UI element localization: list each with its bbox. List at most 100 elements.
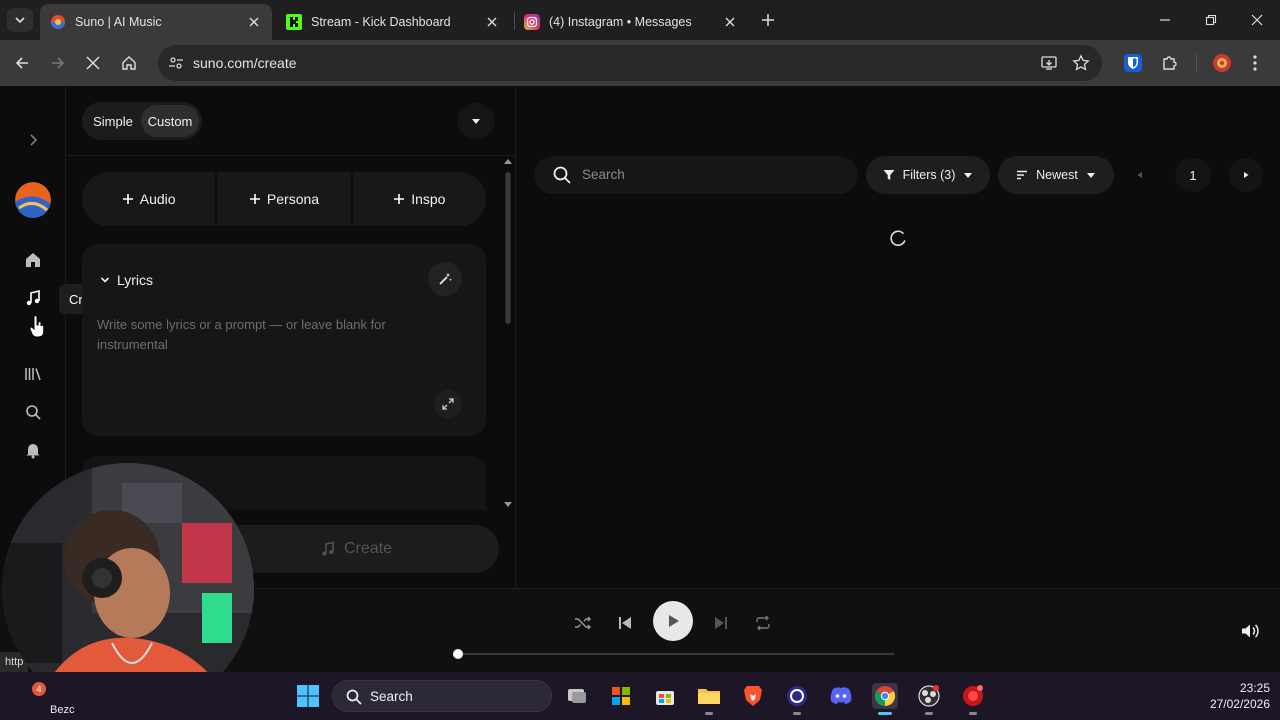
discord-app[interactable]	[828, 683, 854, 709]
ms-store-bag-app[interactable]	[652, 683, 678, 709]
mode-toggle: Simple Custom	[82, 102, 202, 140]
expand-sidebar-icon[interactable]	[24, 131, 42, 149]
model-dropdown[interactable]	[457, 103, 495, 139]
close-tab-icon[interactable]	[484, 14, 500, 30]
chrome-app[interactable]	[872, 683, 898, 715]
add-audio-label: Audio	[139, 191, 176, 207]
brave-browser-app[interactable]	[740, 683, 766, 709]
cortana-app[interactable]	[784, 683, 810, 715]
progress-bar[interactable]	[458, 653, 894, 655]
ring-app-icon	[787, 686, 807, 706]
new-tab-button[interactable]	[758, 10, 778, 30]
restore-button[interactable]	[1201, 10, 1221, 30]
previous-page-button[interactable]	[1123, 158, 1157, 192]
filters-label: Filters (3)	[902, 168, 956, 182]
close-tab-icon[interactable]	[246, 14, 262, 30]
play-button[interactable]	[653, 601, 693, 641]
address-bar[interactable]: suno.com/create	[158, 45, 1102, 81]
instagram-favicon-icon	[524, 14, 540, 30]
sort-label: Newest	[1036, 168, 1078, 182]
more-menu-icon[interactable]	[1245, 53, 1265, 73]
site-settings-icon[interactable]	[166, 53, 186, 73]
volume-icon[interactable]	[1240, 621, 1260, 641]
system-clock[interactable]: 23:25 27/02/2026	[1190, 680, 1270, 712]
repeat-icon[interactable]	[753, 613, 773, 633]
minimize-button[interactable]	[1155, 10, 1175, 30]
lyrics-toggle[interactable]: Lyrics	[100, 272, 153, 288]
suno-favicon-icon	[51, 15, 65, 29]
simple-mode-tab[interactable]: Simple	[85, 105, 141, 137]
user-avatar[interactable]	[15, 182, 51, 218]
library-search-input[interactable]: Search	[534, 156, 858, 194]
home-icon[interactable]	[24, 251, 42, 269]
obs-app[interactable]	[916, 683, 942, 715]
task-view-app[interactable]	[564, 683, 590, 709]
file-explorer-app[interactable]	[696, 683, 722, 715]
bell-icon[interactable]	[24, 441, 42, 459]
home-icon	[122, 56, 136, 70]
page-number[interactable]: 1	[1175, 158, 1211, 192]
tab-kick[interactable]: Stream - Kick Dashboard	[276, 4, 510, 40]
add-inspo-button[interactable]: Inspo	[352, 172, 486, 226]
bitwarden-extension-icon[interactable]	[1123, 53, 1143, 73]
home-button[interactable]	[118, 52, 140, 74]
tab-instagram[interactable]: (4) Instagram • Messages	[514, 4, 748, 40]
windows-start-icon[interactable]	[296, 684, 320, 708]
profile-avatar-icon[interactable]	[1212, 53, 1232, 73]
tab-suno[interactable]: Suno | AI Music	[40, 4, 272, 40]
add-inspo-label: Inspo	[411, 191, 446, 207]
chevron-down-icon	[15, 17, 25, 24]
recorder-app[interactable]	[960, 683, 986, 715]
kick-favicon-icon	[286, 14, 302, 30]
tab-title: Suno | AI Music	[75, 15, 162, 29]
extensions-puzzle-icon[interactable]	[1160, 53, 1180, 73]
add-persona-button[interactable]: Persona	[217, 172, 351, 226]
custom-mode-tab[interactable]: Custom	[141, 105, 199, 137]
panel-scrollbar[interactable]	[503, 158, 513, 508]
add-buttons-group: Audio Persona Inspo	[82, 172, 486, 226]
arrow-right-icon	[52, 57, 65, 69]
shopping-bag-icon	[656, 691, 674, 705]
generate-lyrics-button[interactable]	[428, 262, 462, 296]
library-icon[interactable]	[24, 365, 42, 383]
weather-widget[interactable]: 4 Bezc	[20, 680, 80, 716]
install-app-icon[interactable]	[1040, 54, 1058, 72]
next-track-icon[interactable]	[711, 613, 731, 633]
sort-icon	[1017, 170, 1028, 180]
sort-button[interactable]: Newest	[998, 156, 1114, 194]
tab-search-button[interactable]	[7, 8, 33, 32]
filters-button[interactable]: Filters (3)	[866, 156, 990, 194]
taskbar-search[interactable]: Search	[332, 680, 552, 712]
clock-time: 23:25	[1239, 681, 1270, 695]
weather-badge: 4	[32, 682, 46, 696]
library-panel: Search Filters (3) Newest 1	[517, 86, 1280, 588]
close-window-button[interactable]	[1247, 10, 1267, 30]
search-icon	[346, 689, 362, 705]
play-icon	[669, 615, 679, 627]
obs-icon	[918, 685, 940, 707]
create-song-button[interactable]: Create	[213, 525, 499, 573]
forward-button[interactable]	[47, 52, 69, 74]
expand-lyrics-button[interactable]	[434, 390, 462, 418]
create-music-icon[interactable]	[24, 289, 42, 307]
search-icon[interactable]	[24, 403, 42, 421]
weather-text: Bezc	[50, 704, 75, 716]
add-audio-button[interactable]: Audio	[82, 172, 216, 226]
running-indicator	[705, 712, 713, 715]
caret-down-icon	[964, 173, 973, 178]
chrome-icon	[874, 686, 896, 707]
progress-knob[interactable]	[453, 649, 463, 659]
back-button[interactable]	[11, 52, 33, 74]
lyrics-card: Lyrics Write some lyrics or a prompt — o…	[82, 244, 486, 436]
next-page-button[interactable]	[1229, 158, 1263, 192]
previous-track-icon[interactable]	[615, 613, 635, 633]
lyrics-label: Lyrics	[117, 272, 154, 288]
microsoft-store-app[interactable]	[608, 683, 634, 709]
lyrics-textarea[interactable]: Write some lyrics or a prompt — or leave…	[97, 315, 417, 355]
running-indicator	[969, 712, 977, 715]
stop-loading-button[interactable]	[82, 52, 104, 74]
bookmark-star-icon[interactable]	[1072, 54, 1090, 72]
close-tab-icon[interactable]	[722, 14, 738, 30]
browser-toolbar: suno.com/create	[0, 40, 1280, 86]
shuffle-icon[interactable]	[573, 613, 593, 633]
